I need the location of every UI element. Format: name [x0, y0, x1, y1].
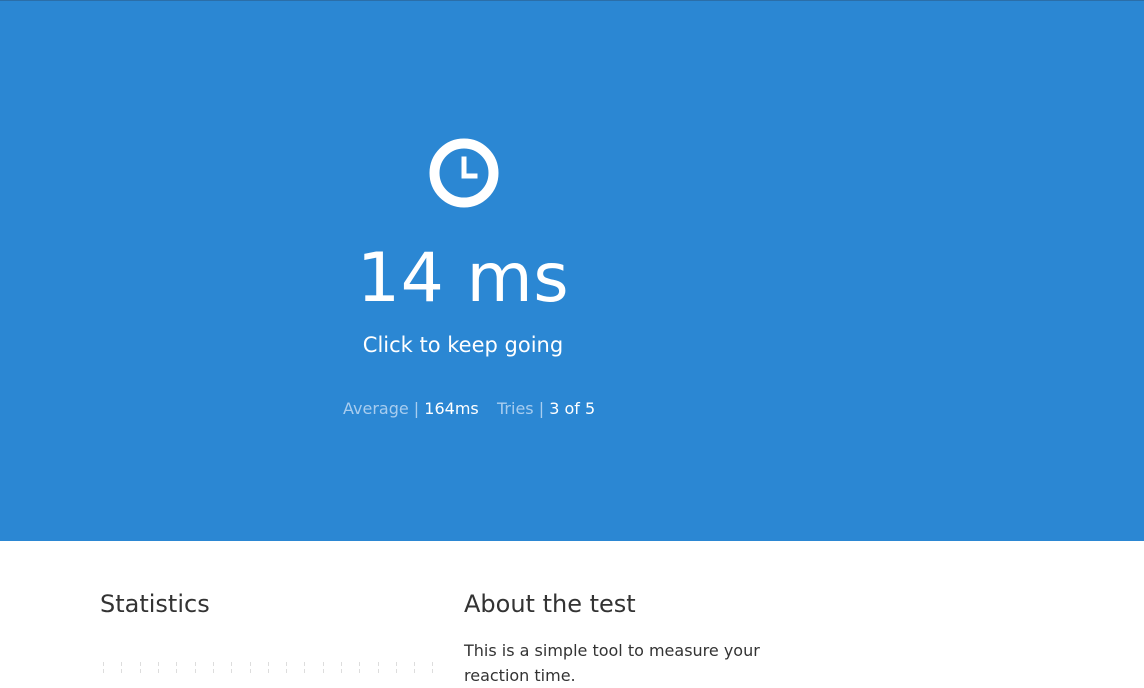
tries-label: Tries — [497, 399, 534, 418]
average-label: Average — [343, 399, 409, 418]
tries-stat: Tries | 3 of 5 — [497, 397, 595, 421]
statistics-heading: Statistics — [100, 590, 210, 618]
reaction-time-result: 14 ms — [356, 239, 570, 318]
statistics-chart — [103, 662, 433, 676]
continue-prompt: Click to keep going — [362, 333, 564, 357]
average-stat: Average | 164ms — [343, 397, 479, 421]
average-separator: | — [413, 399, 420, 418]
average-value: 164ms — [424, 399, 479, 418]
about-text: This is a simple tool to measure your re… — [464, 641, 760, 685]
clock-icon — [429, 138, 499, 208]
about-heading: About the test — [464, 590, 636, 618]
tries-separator: | — [538, 399, 545, 418]
tries-value: 3 of 5 — [549, 399, 596, 418]
reaction-test-area[interactable]: 14 ms Click to keep going Average | 164m… — [0, 1, 1144, 541]
chart-gridlines — [103, 662, 433, 676]
